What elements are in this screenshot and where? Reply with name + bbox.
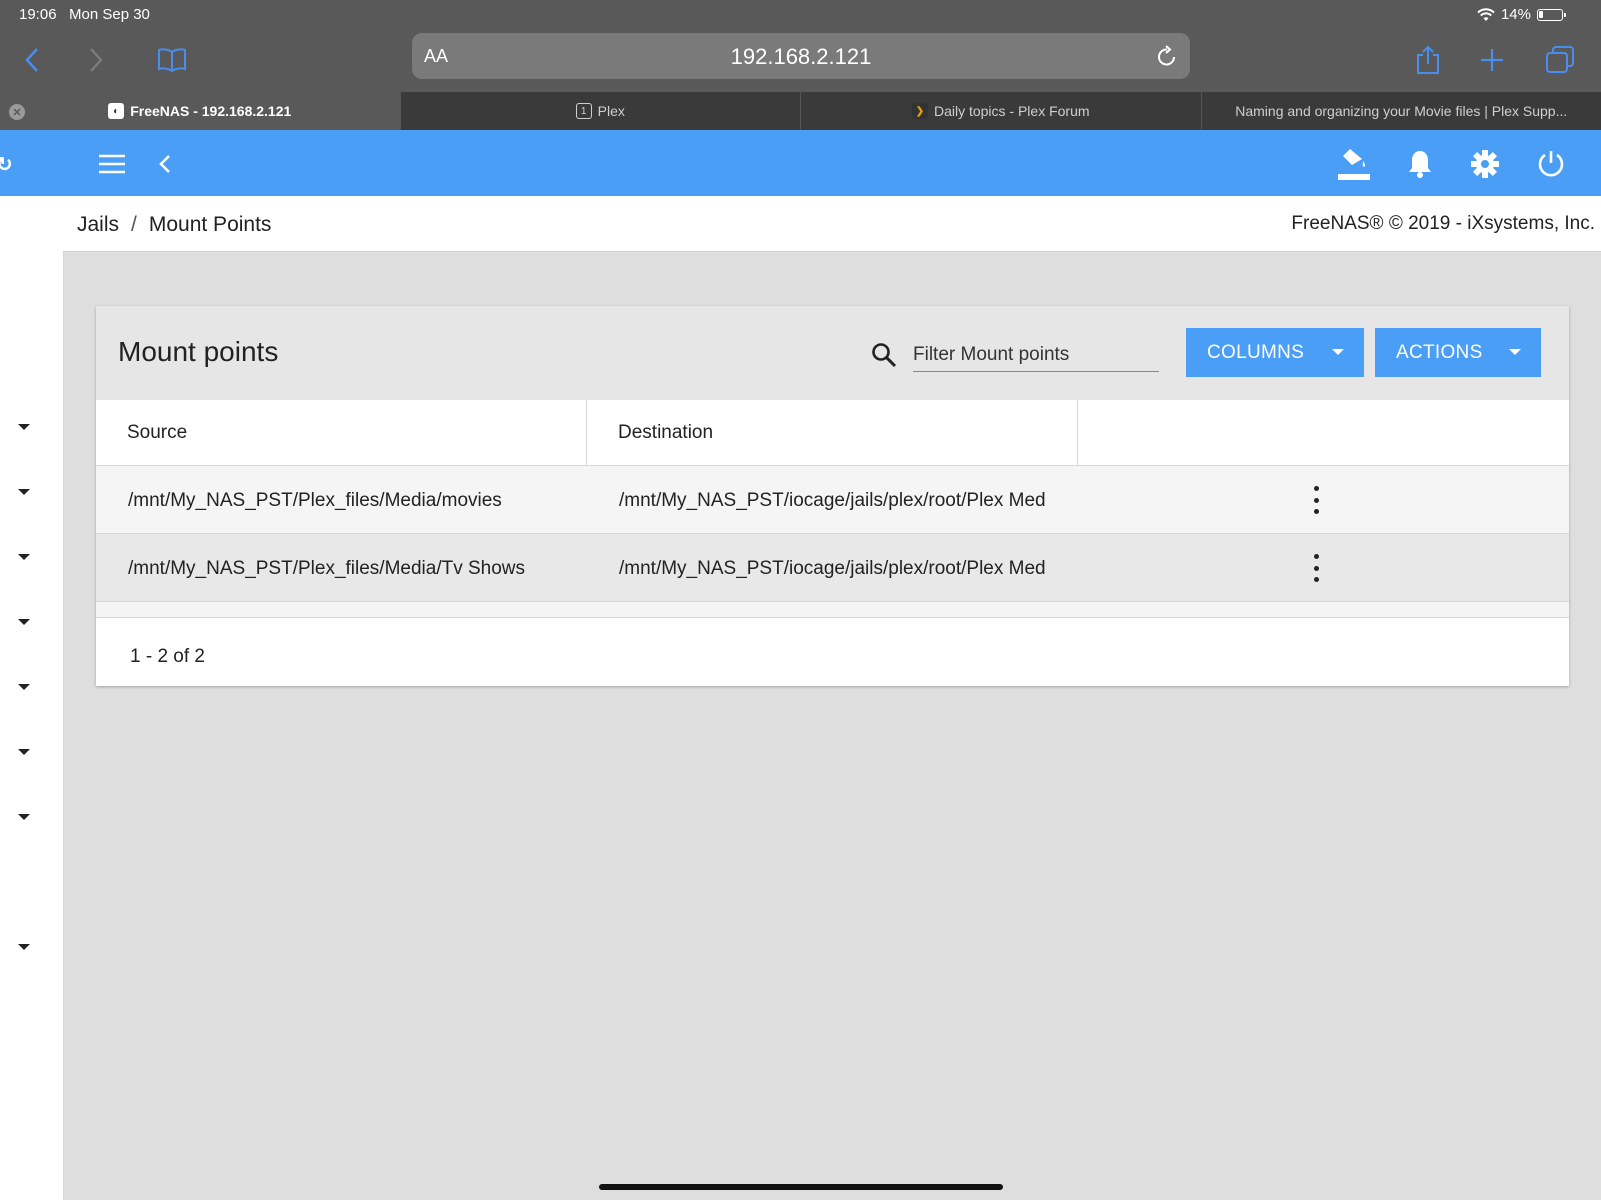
forward-button[interactable] (76, 42, 116, 78)
search-icon (872, 343, 897, 368)
sidebar-expand-caret-icon[interactable] (18, 554, 30, 560)
pagination-range: 1 - 2 of 2 (130, 646, 205, 667)
column-header-destination[interactable]: Destination (587, 400, 1078, 466)
actions-button[interactable]: ACTIONS (1375, 328, 1541, 377)
freenas-favicon: ◐ (108, 103, 125, 119)
plex-favicon: 1 (575, 103, 592, 119)
row-options-icon[interactable] (1306, 554, 1326, 582)
tab-plex-support[interactable]: Naming and organizing your Movie files |… (1200, 92, 1601, 130)
copyright-text: FreeNAS® © 2019 - iXsystems, Inc. (1291, 213, 1595, 234)
share-button[interactable] (1408, 42, 1448, 78)
actions-button-label: ACTIONS (1396, 341, 1483, 363)
plex-forum-favicon: ❯ (911, 103, 928, 119)
sidebar-expand-caret-icon[interactable] (18, 749, 30, 755)
settings-button[interactable] (1468, 147, 1502, 181)
collapse-sidebar-button[interactable] (148, 147, 182, 181)
theme-paint-icon (1338, 149, 1370, 180)
sidebar-expand-caret-icon[interactable] (18, 424, 30, 430)
row-destination: /mnt/My_NAS_PST/iocage/jails/plex/root/P… (619, 490, 1046, 511)
status-date: Mon Sep 30 (69, 6, 150, 23)
back-arrow-icon (25, 48, 38, 72)
plus-icon (1481, 49, 1503, 71)
bookmarks-button[interactable] (152, 42, 192, 78)
power-icon (1538, 151, 1564, 177)
breadcrumb-separator: / (131, 213, 137, 236)
dropdown-caret-icon (1332, 349, 1344, 355)
tabs-overview-button[interactable] (1540, 42, 1580, 78)
battery-percent: 14% (1500, 6, 1531, 23)
row-source: /mnt/My_NAS_PST/Plex_files/Media/Tv Show… (128, 558, 526, 579)
home-indicator[interactable] (599, 1184, 1003, 1190)
menu-button[interactable] (95, 147, 129, 181)
tabs-icon (1546, 46, 1574, 73)
sidebar-expand-caret-icon[interactable] (18, 489, 30, 495)
share-icon (1417, 45, 1439, 74)
menu-icon (99, 154, 125, 174)
tab-label: Naming and organizing your Movie files |… (1235, 103, 1568, 119)
status-right: 14% (1477, 6, 1566, 23)
new-tab-button[interactable] (1472, 42, 1512, 78)
reload-icon[interactable] (1156, 44, 1178, 68)
sidebar-expand-caret-icon[interactable] (18, 684, 30, 690)
status-bar: 19:06 Mon Sep 30 14% (0, 0, 1601, 28)
browser-tab-strip: ✕ ◐ FreeNAS - 192.168.2.121 1 Plex ❯ Dai… (0, 92, 1601, 130)
tab-plex[interactable]: 1 Plex (399, 92, 801, 130)
mount-points-card: Mount points COLUMNS ACTIONS Source Dest… (96, 306, 1569, 686)
row-source: /mnt/My_NAS_PST/Plex_files/Media/movies (128, 490, 502, 511)
close-tab-icon[interactable]: ✕ (9, 104, 25, 120)
url-text: 192.168.2.121 (730, 44, 872, 69)
notifications-button[interactable] (1403, 147, 1437, 181)
breadcrumb-bar: Jails / Mount Points FreeNAS® © 2019 - iXs… (63, 196, 1601, 252)
tab-label: FreeNAS - 192.168.2.121 (130, 103, 292, 119)
forward-arrow-icon (90, 48, 103, 72)
app-topbar (63, 130, 1601, 196)
filter-mount-points-input[interactable] (913, 339, 1159, 372)
back-button[interactable] (12, 42, 52, 78)
dropdown-caret-icon (1509, 349, 1521, 355)
table-header: Source Destination (96, 400, 1569, 466)
sidebar: ↻ (0, 130, 64, 1200)
sidebar-expand-caret-icon[interactable] (18, 619, 30, 625)
power-button[interactable] (1534, 147, 1568, 181)
table-row[interactable]: /mnt/My_NAS_PST/Plex_files/Media/movies … (96, 466, 1569, 534)
column-header-source[interactable]: Source (96, 400, 587, 466)
back-chevron-icon (159, 155, 170, 173)
tab-label: Daily topics - Plex Forum (933, 103, 1090, 119)
card-header: Mount points COLUMNS ACTIONS (96, 306, 1569, 400)
freenas-logo[interactable]: ↻ (0, 130, 63, 196)
breadcrumb-jails[interactable]: Jails (77, 213, 119, 236)
tab-freenas[interactable]: ✕ ◐ FreeNAS - 192.168.2.121 (0, 92, 400, 130)
battery-icon (1537, 8, 1566, 21)
breadcrumb: Jails / Mount Points (77, 213, 271, 237)
wifi-icon (1477, 7, 1495, 21)
theme-button[interactable] (1337, 147, 1371, 181)
columns-button-label: COLUMNS (1207, 341, 1305, 363)
row-options-icon[interactable] (1306, 486, 1326, 514)
columns-button[interactable]: COLUMNS (1186, 328, 1364, 377)
address-bar[interactable]: AA 192.168.2.121 (412, 33, 1190, 79)
table-footer-divider (96, 602, 1569, 618)
book-icon (158, 48, 186, 72)
tab-plex-forum[interactable]: ❯ Daily topics - Plex Forum (800, 92, 1201, 130)
gear-icon (1471, 150, 1499, 178)
sidebar-expand-caret-icon[interactable] (18, 944, 30, 950)
browser-toolbar: AA 192.168.2.121 (0, 28, 1601, 92)
table-row[interactable]: /mnt/My_NAS_PST/Plex_files/Media/Tv Show… (96, 534, 1569, 602)
bell-icon (1409, 151, 1431, 178)
tab-label: Plex (597, 103, 625, 119)
sidebar-expand-caret-icon[interactable] (18, 814, 30, 820)
row-destination: /mnt/My_NAS_PST/iocage/jails/plex/root/P… (619, 558, 1046, 579)
breadcrumb-mount-points: Mount Points (148, 213, 272, 236)
status-time: 19:06 (19, 6, 57, 23)
card-title: Mount points (118, 336, 279, 367)
column-header-actions (1078, 400, 1569, 466)
